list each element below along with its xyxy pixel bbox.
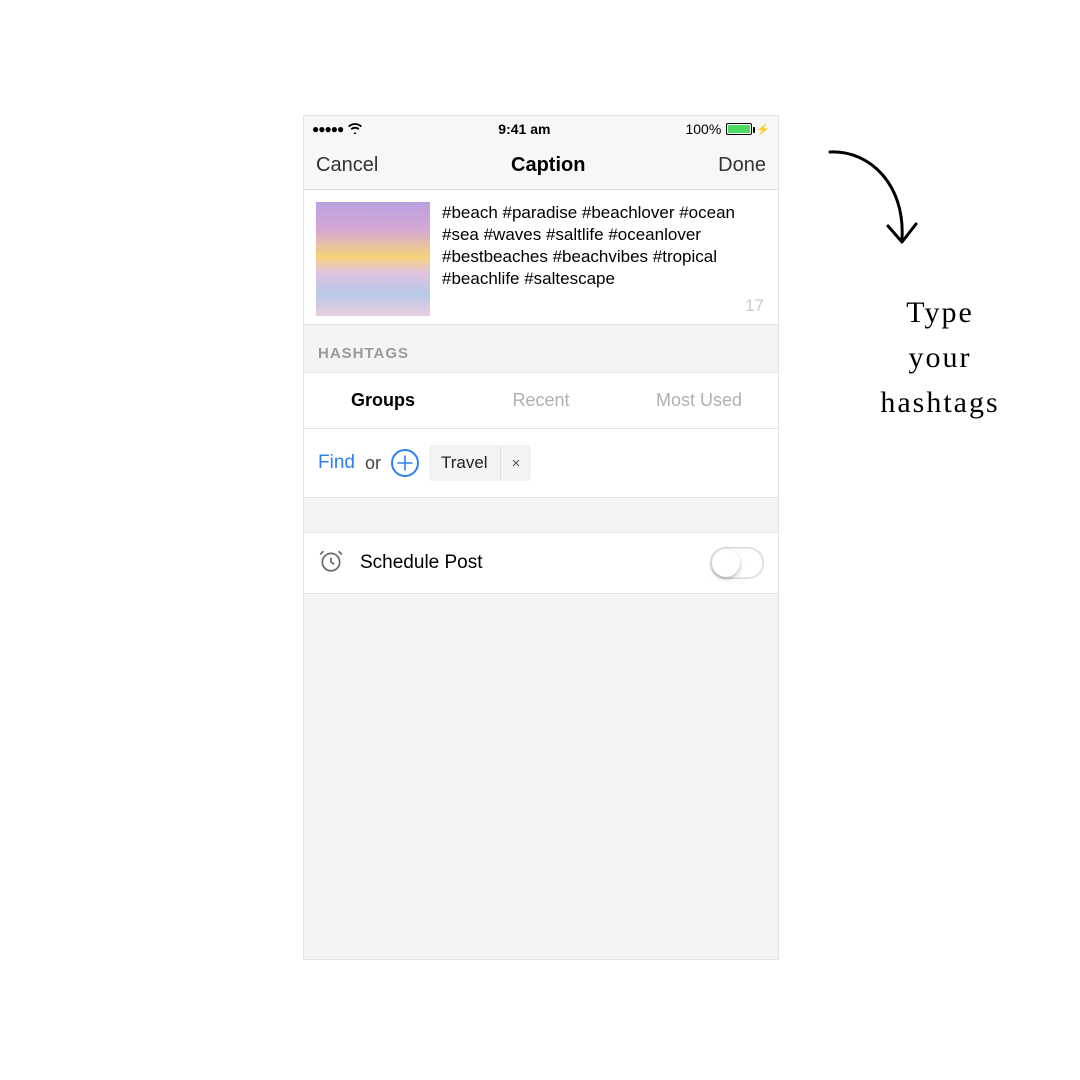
or-label: or xyxy=(365,453,381,474)
page-title: Caption xyxy=(511,154,585,177)
empty-area xyxy=(304,594,778,959)
annotation-text: Type your hashtags xyxy=(820,290,1060,425)
status-bar: ●●●●● 9:41 am 100% ⚡ xyxy=(304,116,778,142)
signal-dots-icon: ●●●●● xyxy=(312,122,343,136)
find-row: Find or Travel × xyxy=(304,429,778,498)
nav-bar: Cancel Caption Done xyxy=(304,142,778,190)
charging-icon: ⚡ xyxy=(756,123,770,136)
arrow-icon xyxy=(820,140,930,260)
section-gap xyxy=(304,498,778,532)
group-chip-travel: Travel × xyxy=(429,445,531,481)
annotation: Type your hashtags xyxy=(820,140,1060,425)
schedule-post-label: Schedule Post xyxy=(360,552,694,574)
find-link[interactable]: Find xyxy=(318,452,355,474)
battery-percent: 100% xyxy=(685,121,721,137)
chip-label[interactable]: Travel xyxy=(429,445,500,481)
tab-recent[interactable]: Recent xyxy=(462,373,620,428)
add-group-button[interactable] xyxy=(391,449,419,477)
caption-area: #beach #paradise #beachlover #ocean #sea… xyxy=(304,190,778,325)
caption-count: 17 xyxy=(745,296,764,316)
status-time: 9:41 am xyxy=(498,121,550,137)
hashtag-tabs: Groups Recent Most Used xyxy=(304,372,778,429)
wifi-icon xyxy=(347,121,363,137)
plus-icon xyxy=(397,455,413,471)
done-button[interactable]: Done xyxy=(718,154,766,177)
chip-remove-button[interactable]: × xyxy=(500,447,532,480)
cancel-button[interactable]: Cancel xyxy=(316,154,378,177)
battery-icon xyxy=(726,123,752,135)
tab-groups[interactable]: Groups xyxy=(304,373,462,428)
caption-input[interactable]: #beach #paradise #beachlover #ocean #sea… xyxy=(442,202,766,290)
schedule-row: Schedule Post xyxy=(304,532,778,594)
schedule-toggle[interactable] xyxy=(710,547,764,579)
hashtags-section-header: HASHTAGS xyxy=(304,325,778,372)
tab-most-used[interactable]: Most Used xyxy=(620,373,778,428)
phone-frame: ●●●●● 9:41 am 100% ⚡ Cancel Caption Done… xyxy=(303,115,779,960)
toggle-knob xyxy=(712,549,740,577)
post-thumbnail[interactable] xyxy=(316,202,430,316)
status-left: ●●●●● xyxy=(312,121,363,137)
status-right: 100% ⚡ xyxy=(685,121,770,137)
alarm-clock-icon xyxy=(318,548,344,579)
